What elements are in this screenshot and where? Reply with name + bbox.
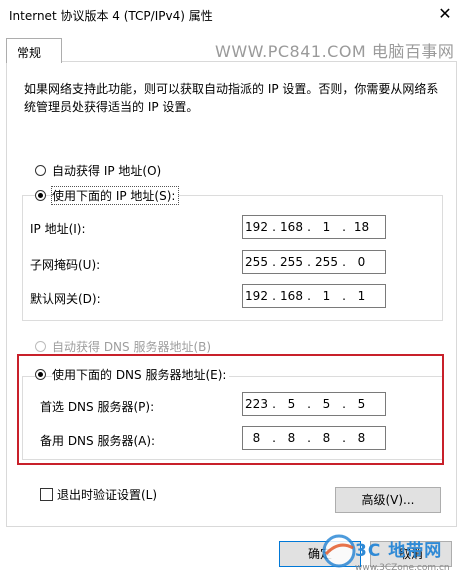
title-bar: Internet 协议版本 4 (TCP/IPv4) 属性 ✕ [0, 0, 465, 30]
dns-highlight-box [17, 354, 444, 465]
octet-separator: . [342, 255, 346, 269]
octet: 192 [245, 220, 268, 234]
octet: 168 [280, 289, 303, 303]
octet-separator: . [272, 289, 276, 303]
octet-separator: . [307, 255, 311, 269]
octet-separator: . [307, 220, 311, 234]
auto-ip-label: 自动获得 IP 地址(O) [52, 164, 162, 178]
ip-address-label: IP 地址(I): [30, 222, 86, 236]
window-title: Internet 协议版本 4 (TCP/IPv4) 属性 [9, 9, 213, 23]
octet: 1 [357, 289, 366, 303]
advanced-button[interactable]: 高级(V)... [335, 487, 441, 513]
logo-globe-icon [322, 534, 356, 568]
subnet-mask-input[interactable]: 255. 255. 255. 0 [242, 250, 386, 274]
manual-ip-label: 使用下面的 IP 地址(S): [50, 186, 180, 205]
octet: 1 [322, 220, 331, 234]
default-gateway-input[interactable]: 192. 168. 1. 1 [242, 284, 386, 308]
ip-address-input[interactable]: 192. 168. 1. 18 [242, 215, 386, 239]
octet-separator: . [342, 220, 346, 234]
close-icon[interactable]: ✕ [432, 2, 458, 26]
octet: 18 [353, 220, 370, 234]
subnet-mask-label: 子网掩码(U): [30, 258, 101, 272]
validate-checkbox-label: 退出时验证设置(L) [57, 488, 158, 502]
watermark-text: WWW.PC841.COM 电脑百事网 [215, 42, 455, 61]
auto-dns-radio[interactable] [35, 341, 46, 352]
octet-separator: . [342, 289, 346, 303]
validate-checkbox[interactable] [40, 488, 53, 501]
tab-general[interactable]: 常规 [6, 38, 62, 63]
tab-general-label: 常规 [17, 46, 42, 60]
manual-ip-radio[interactable] [35, 190, 46, 201]
logo-sub-text: www.3CZone.com.cn [355, 563, 450, 573]
octet: 255 [315, 255, 338, 269]
octet-separator: . [272, 255, 276, 269]
octet: 168 [280, 220, 303, 234]
octet: 192 [245, 289, 268, 303]
default-gateway-label: 默认网关(D): [30, 292, 101, 306]
octet: 1 [322, 289, 331, 303]
description-text: 如果网络支持此功能，则可以获取自动指派的 IP 设置。否则，你需要从网络系统管理… [24, 82, 439, 114]
octet-separator: . [272, 220, 276, 234]
octet: 0 [357, 255, 366, 269]
logo-main-text: 3C 地带网 [355, 541, 443, 561]
octet: 255 [280, 255, 303, 269]
octet-separator: . [307, 289, 311, 303]
auto-ip-radio[interactable] [35, 165, 46, 176]
auto-dns-label: 自动获得 DNS 服务器地址(B) [52, 340, 212, 354]
octet: 255 [245, 255, 268, 269]
